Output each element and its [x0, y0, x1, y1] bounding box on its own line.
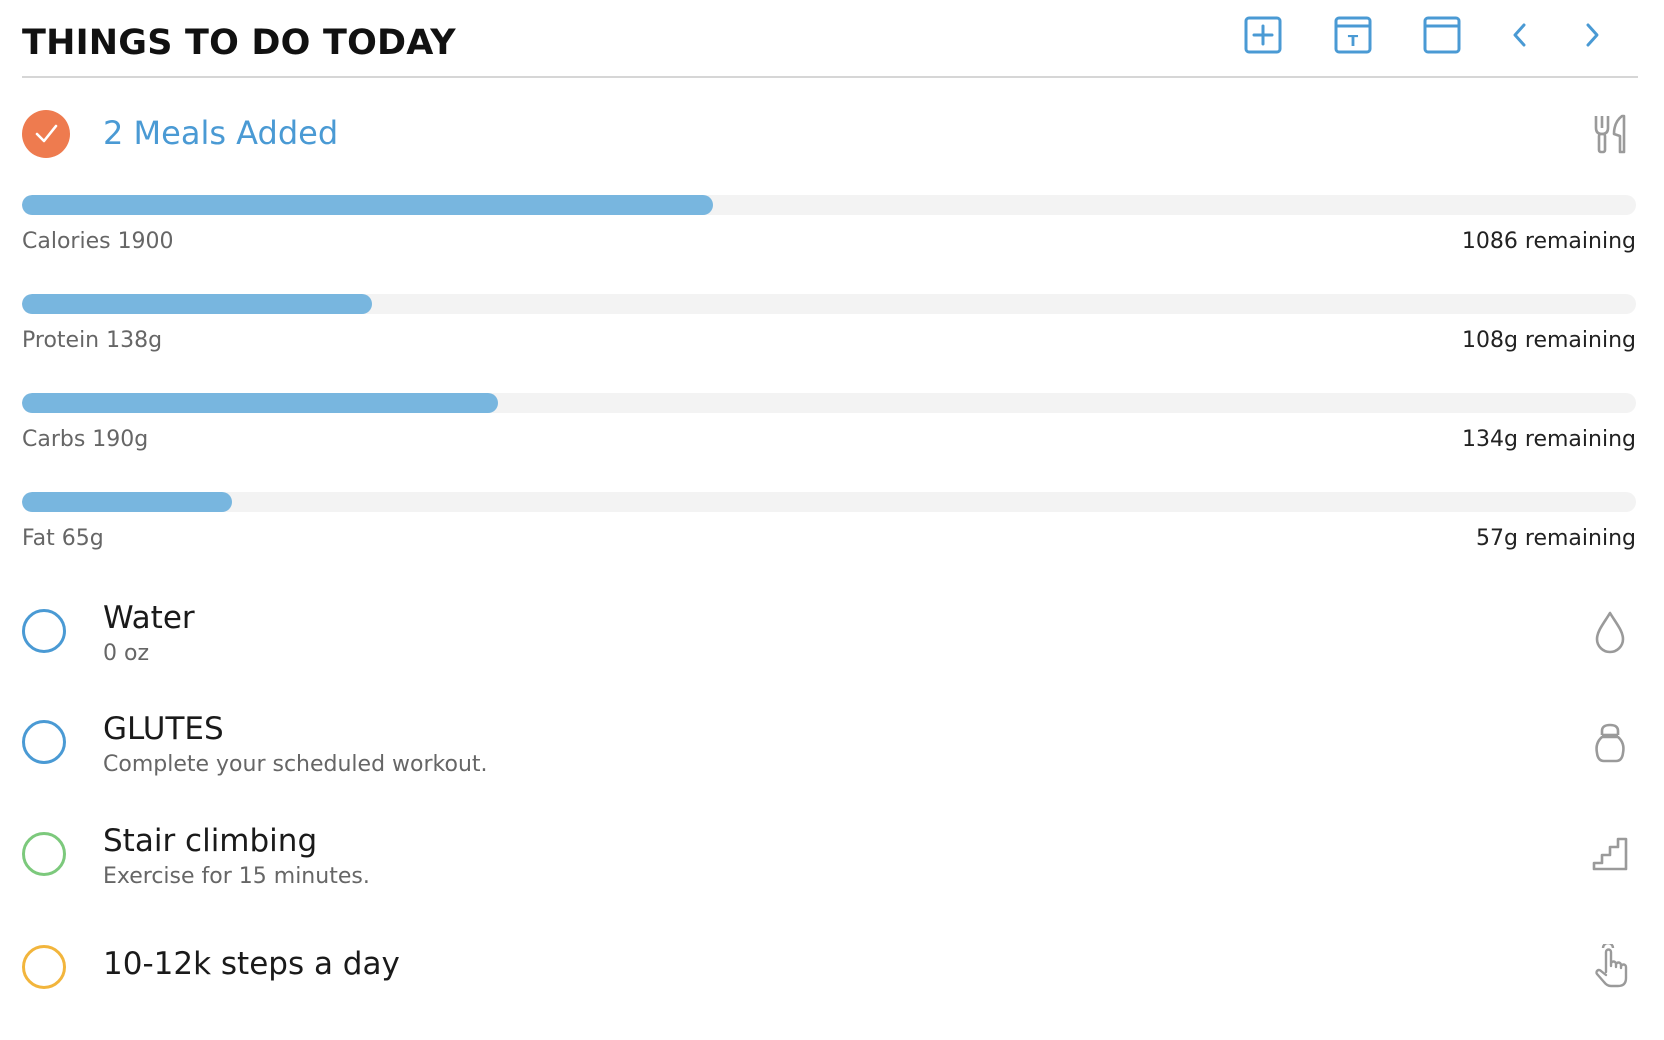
task-title[interactable]: GLUTES: [103, 711, 224, 747]
things-to-do-panel: THINGS TO DO TODAY T 2 Meals Added Calor…: [0, 0, 1664, 1040]
task-subtitle: Complete your scheduled workout.: [103, 752, 488, 777]
task-title[interactable]: Stair climbing: [103, 823, 317, 859]
meals-row[interactable]: 2 Meals Added: [22, 108, 1638, 160]
task-checkbox[interactable]: [22, 945, 66, 989]
kettlebell-icon: [1588, 721, 1632, 765]
next-day-button[interactable]: [1569, 12, 1615, 58]
task-glutes[interactable]: GLUTES Complete your scheduled workout.: [22, 711, 1638, 791]
fat-remaining: 57g remaining: [1475, 526, 1636, 551]
carbs-label: Carbs 190g: [22, 427, 149, 452]
carbs-progress: Carbs 190g 134g remaining: [22, 393, 1636, 463]
progress-fill: [22, 393, 499, 413]
task-subtitle: Exercise for 15 minutes.: [103, 864, 370, 889]
calendar-today-glyph: T: [1348, 32, 1359, 50]
progress-fill: [22, 195, 713, 215]
task-steps[interactable]: 10-12k steps a day: [22, 944, 1638, 1025]
page-title: THINGS TO DO TODAY: [22, 23, 456, 63]
today-button[interactable]: T: [1330, 12, 1376, 58]
utensils-icon: [1588, 112, 1632, 156]
calendar-today-icon: T: [1334, 16, 1372, 54]
calories-progress: Calories 1900 1086 remaining: [22, 195, 1636, 265]
header: THINGS TO DO TODAY T: [22, 0, 1638, 78]
task-checkbox[interactable]: [22, 609, 66, 653]
progress-track: [22, 294, 1636, 314]
progress-track: [22, 492, 1636, 512]
task-title[interactable]: 10-12k steps a day: [103, 946, 400, 982]
task-checkbox[interactable]: [22, 832, 66, 876]
calories-remaining: 1086 remaining: [1461, 229, 1636, 254]
protein-progress: Protein 138g 108g remaining: [22, 294, 1636, 364]
chevron-left-icon: [1513, 23, 1526, 47]
add-button[interactable]: [1240, 12, 1286, 58]
meals-added-link[interactable]: 2 Meals Added: [103, 114, 338, 152]
progress-fill: [22, 294, 373, 314]
stairs-icon: [1588, 831, 1632, 875]
protein-label: Protein 138g: [22, 328, 163, 353]
fat-progress: Fat 65g 57g remaining: [22, 492, 1636, 562]
calendar-button[interactable]: [1419, 12, 1465, 58]
progress-track: [22, 195, 1636, 215]
task-title[interactable]: Water: [103, 600, 195, 636]
previous-day-button[interactable]: [1497, 12, 1543, 58]
task-water[interactable]: Water 0 oz: [22, 600, 1638, 680]
progress-track: [22, 393, 1636, 413]
progress-fill: [22, 492, 232, 512]
carbs-remaining: 134g remaining: [1461, 427, 1636, 452]
task-checkbox[interactable]: [22, 720, 66, 764]
chevron-right-icon: [1586, 23, 1599, 47]
fat-label: Fat 65g: [22, 526, 104, 551]
calendar-icon: [1423, 16, 1461, 54]
protein-remaining: 108g remaining: [1461, 328, 1636, 353]
water-drop-icon: [1588, 610, 1632, 654]
meals-checkbox[interactable]: [22, 110, 70, 158]
task-subtitle: 0 oz: [103, 641, 149, 666]
add-icon: [1244, 16, 1282, 54]
tap-hand-icon: [1588, 944, 1632, 989]
task-stair-climbing[interactable]: Stair climbing Exercise for 15 minutes.: [22, 823, 1638, 903]
checkmark-icon: [35, 124, 58, 143]
calories-label: Calories 1900: [22, 229, 174, 254]
